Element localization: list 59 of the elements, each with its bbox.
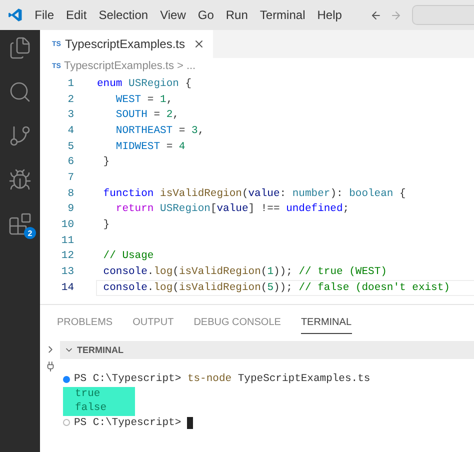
terminal-line: PS C:\Typescript> ts-node TypeScriptExamples.ts bbox=[74, 373, 370, 386]
branch-icon[interactable] bbox=[8, 124, 32, 148]
code-line: NORTHEAST = 3, bbox=[114, 124, 204, 137]
line-number: 7 bbox=[66, 172, 74, 184]
code-line: console.log(isValidRegion(5)); // false (doesn't exist) bbox=[102, 282, 450, 294]
line-number: 2 bbox=[66, 94, 74, 106]
menu-item[interactable]: Selection bbox=[92, 8, 154, 22]
status-dot bbox=[63, 376, 70, 383]
panel-tab[interactable]: DEBUG CONSOLE bbox=[194, 317, 281, 334]
menu-item[interactable]: Edit bbox=[60, 8, 93, 22]
code-line: console.log(isValidRegion(1)); // true (WEST) bbox=[102, 266, 387, 278]
line-number: 5 bbox=[66, 140, 74, 153]
menu-item[interactable]: Terminal bbox=[254, 8, 312, 22]
terminal-line: PS C:\Typescript> bbox=[74, 416, 182, 429]
code-line: function isValidRegion(value: number): boolean { bbox=[102, 188, 406, 200]
code-line: // Usage bbox=[102, 250, 154, 262]
code-line: SOUTH = 2, bbox=[114, 109, 179, 122]
breadcrumb-separator: > bbox=[177, 60, 184, 72]
code-line: enum USRegion { bbox=[97, 78, 192, 90]
search-icon[interactable] bbox=[8, 80, 32, 104]
line-number: 14 bbox=[60, 282, 74, 294]
panel-tab[interactable]: TERMINAL bbox=[300, 317, 352, 334]
panel-tab[interactable]: PROBLEMS bbox=[57, 317, 113, 334]
line-number: 1 bbox=[66, 78, 74, 90]
line-number: 10 bbox=[60, 219, 74, 232]
line-number: 6 bbox=[66, 156, 74, 168]
line-number: 3 bbox=[66, 109, 74, 122]
code-line: WEST = 1, bbox=[114, 94, 173, 106]
code-line: } bbox=[102, 219, 110, 232]
line-number: 9 bbox=[66, 203, 74, 216]
files-icon[interactable] bbox=[8, 36, 32, 60]
cursor bbox=[187, 416, 194, 429]
plug-icon[interactable] bbox=[44, 361, 56, 372]
command-center-field[interactable] bbox=[412, 5, 474, 25]
breadcrumb-item[interactable]: TypescriptExamples.ts bbox=[64, 60, 174, 72]
terminal-output: false bbox=[63, 401, 135, 416]
menu-item[interactable]: Help bbox=[311, 8, 348, 22]
logo-icon bbox=[8, 7, 23, 23]
line-number: 8 bbox=[66, 188, 74, 200]
code-line: MIDWEST = 4 bbox=[114, 140, 186, 153]
breadcrumb-item[interactable]: ... bbox=[186, 60, 196, 72]
line-number: 11 bbox=[60, 234, 74, 247]
line-number: 4 bbox=[66, 124, 74, 137]
status-dot bbox=[63, 419, 70, 426]
panel-tab[interactable]: OUTPUT bbox=[132, 317, 174, 334]
back-icon[interactable] bbox=[370, 8, 382, 22]
menu-item[interactable]: View bbox=[154, 8, 192, 22]
bug-icon[interactable] bbox=[8, 168, 32, 192]
code-line: return USRegion[value] !== undefined; bbox=[114, 203, 350, 216]
menu-item[interactable]: Go bbox=[192, 8, 220, 22]
count-badge: 2 bbox=[24, 227, 36, 239]
menu-item[interactable]: Run bbox=[220, 8, 254, 22]
menu-item[interactable]: File bbox=[28, 8, 60, 22]
close-icon[interactable] bbox=[193, 38, 205, 50]
code-line: } bbox=[102, 156, 110, 168]
line-number: 12 bbox=[60, 250, 74, 262]
terminal-output: true bbox=[63, 386, 135, 401]
terminal-header[interactable]: TERMINAL bbox=[60, 341, 474, 359]
line-number: 13 bbox=[60, 266, 74, 278]
